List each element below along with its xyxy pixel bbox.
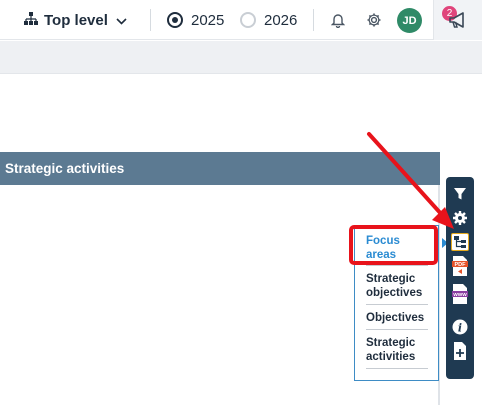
- hierarchy-icon: [24, 11, 38, 29]
- top-bar: Top level 2025 2026 JD 2: [0, 0, 482, 40]
- megaphone-icon: [448, 11, 468, 34]
- menu-item-strategic-objectives[interactable]: Strategic objectives: [366, 272, 428, 300]
- divider: [150, 9, 151, 31]
- divider: [313, 9, 314, 31]
- announcements-button[interactable]: 2: [433, 0, 482, 40]
- filter-icon[interactable]: [451, 185, 469, 203]
- focus-areas-highlight-box: [349, 225, 438, 265]
- year-label: 2025: [191, 11, 225, 29]
- settings-gear-icon[interactable]: [366, 12, 382, 28]
- web-export-icon[interactable]: WWW: [451, 284, 469, 304]
- menu-item-strategic-activities[interactable]: Strategic activities: [366, 336, 428, 364]
- level-selector[interactable]: Top level: [24, 9, 127, 31]
- year-radio-2026[interactable]: 2026: [240, 9, 297, 31]
- add-page-icon[interactable]: [451, 342, 469, 360]
- year-radio-2025[interactable]: 2025: [167, 9, 224, 31]
- svg-text:WWW: WWW: [453, 292, 467, 298]
- menu-divider: [366, 329, 428, 330]
- notifications-bell-icon[interactable]: [331, 12, 345, 28]
- year-label: 2026: [264, 11, 298, 29]
- radio-selected-icon: [167, 12, 183, 28]
- menu-divider: [366, 304, 428, 305]
- settings-icon[interactable]: [451, 209, 469, 227]
- svg-text:PDF: PDF: [455, 262, 467, 268]
- radio-unselected-icon: [240, 12, 256, 28]
- hierarchy-view-icon[interactable]: [451, 233, 469, 251]
- right-toolbar: PDF WWW i: [446, 177, 474, 379]
- panel-header: Strategic activities: [0, 152, 440, 185]
- avatar[interactable]: JD: [397, 8, 422, 33]
- pdf-export-icon[interactable]: PDF: [451, 256, 469, 276]
- panel-title: Strategic activities: [5, 161, 125, 176]
- chevron-down-icon: [116, 12, 127, 29]
- menu-item-objectives[interactable]: Objectives: [366, 311, 428, 325]
- svg-text:i: i: [458, 322, 462, 335]
- info-icon[interactable]: i: [451, 318, 469, 336]
- level-label: Top level: [44, 11, 108, 29]
- sub-toolbar: [0, 41, 482, 74]
- menu-divider: [366, 368, 428, 369]
- menu-divider: [366, 265, 428, 266]
